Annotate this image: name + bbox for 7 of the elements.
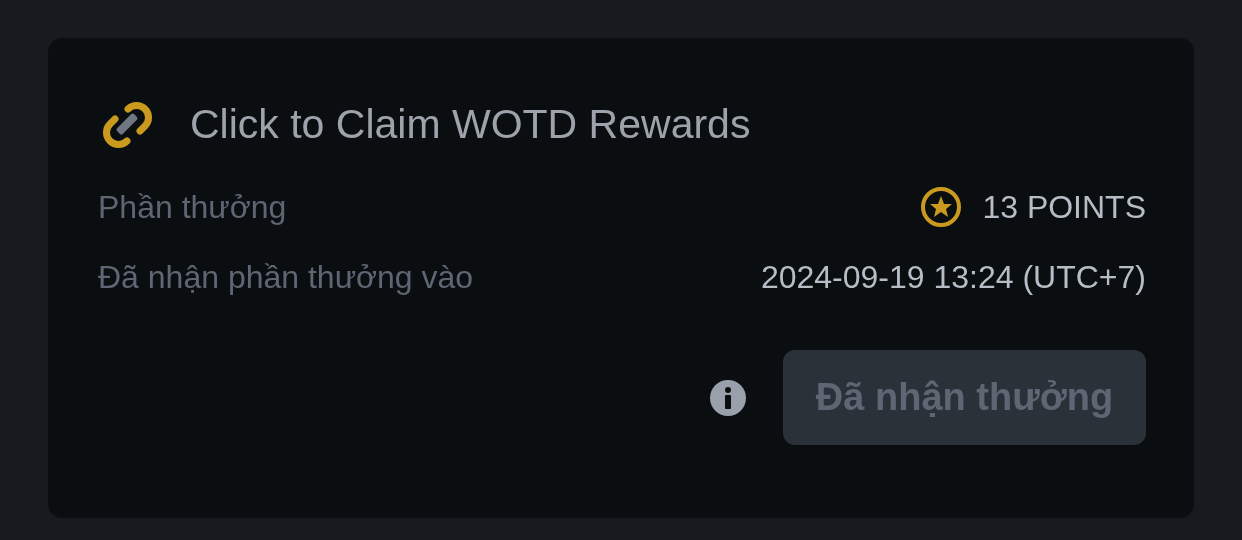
- row-label: Đã nhận phần thưởng vào: [98, 258, 474, 297]
- row-value: 13 POINTS: [982, 188, 1146, 227]
- card-title: Click to Claim WOTD Rewards: [190, 100, 751, 150]
- star-coin-icon: [920, 186, 963, 228]
- row-label: Phần thưởng: [98, 188, 287, 227]
- row-value: 2024-09-19 13:24 (UTC+7): [760, 258, 1146, 297]
- info-icon[interactable]: [709, 378, 747, 417]
